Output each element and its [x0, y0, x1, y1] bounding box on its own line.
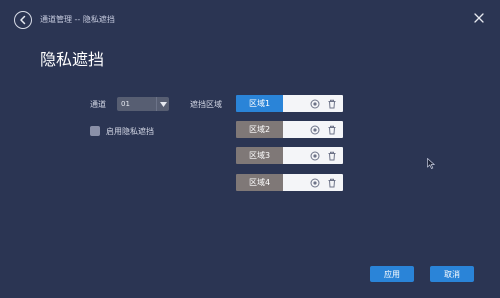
- channel-value: 01: [121, 100, 130, 108]
- region-tab[interactable]: 区域4: [236, 174, 283, 191]
- apply-button[interactable]: 应用: [370, 266, 414, 282]
- region-delete-button[interactable]: [327, 99, 337, 109]
- trash-icon: [328, 178, 336, 187]
- region-row: 区域3: [236, 147, 343, 164]
- gear-icon: [310, 151, 320, 160]
- breadcrumb: 通道管理 -- 隐私遮挡: [40, 15, 115, 24]
- region-delete-button[interactable]: [327, 125, 337, 135]
- region-delete-button[interactable]: [327, 178, 337, 188]
- enable-privacy-mask-label: 启用隐私遮挡: [106, 127, 154, 136]
- close-icon: [474, 13, 484, 23]
- region-row: 区域1: [236, 95, 343, 112]
- channel-select[interactable]: 01: [117, 97, 169, 111]
- page-title: 隐私遮挡: [40, 50, 105, 69]
- region-delete-button[interactable]: [327, 151, 337, 161]
- gear-icon: [310, 178, 320, 187]
- trash-icon: [328, 99, 336, 108]
- region-tab[interactable]: 区域2: [236, 121, 283, 138]
- region-tab[interactable]: 区域3: [236, 147, 283, 164]
- mouse-cursor-icon: [427, 158, 435, 169]
- trash-icon: [328, 151, 336, 160]
- mask-area-label: 遮挡区域: [190, 100, 222, 109]
- region-settings-button[interactable]: [310, 125, 320, 135]
- region-settings-button[interactable]: [310, 178, 320, 188]
- trash-icon: [328, 125, 336, 134]
- region-settings-button[interactable]: [310, 151, 320, 161]
- back-arrow-icon: [20, 15, 26, 25]
- cancel-button[interactable]: 取消: [430, 266, 474, 282]
- channel-label: 通道: [90, 100, 106, 109]
- region-row: 区域2: [236, 121, 343, 138]
- gear-icon: [310, 125, 320, 134]
- dropdown-toggle[interactable]: [156, 97, 169, 111]
- gear-icon: [310, 99, 320, 108]
- region-settings-button[interactable]: [310, 99, 320, 109]
- close-button[interactable]: [472, 10, 486, 24]
- chevron-down-icon: [159, 101, 167, 107]
- region-row: 区域4: [236, 174, 343, 191]
- enable-privacy-mask-checkbox[interactable]: [90, 126, 100, 136]
- region-tab[interactable]: 区域1: [236, 95, 283, 112]
- back-button[interactable]: [14, 11, 32, 29]
